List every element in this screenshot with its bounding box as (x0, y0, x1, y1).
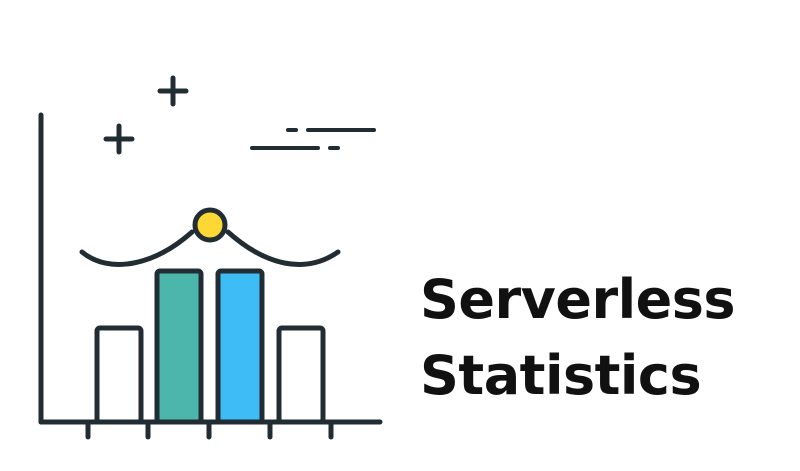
highlight-dot-icon (192, 207, 228, 243)
speed-lines-icon (250, 128, 376, 150)
x-axis-ticks (85, 421, 334, 440)
plus-icon (157, 75, 189, 107)
page-title: Serverless Statistics (420, 262, 736, 414)
title-line-1: Serverless (420, 268, 736, 331)
bar-outline-4 (276, 325, 326, 425)
bar-blue (215, 268, 265, 425)
title-line-2: Statistics (420, 344, 702, 407)
bar-outline-1 (94, 325, 144, 425)
plus-icon (103, 123, 135, 155)
bar-teal (154, 268, 204, 425)
chart-axes (38, 112, 383, 425)
